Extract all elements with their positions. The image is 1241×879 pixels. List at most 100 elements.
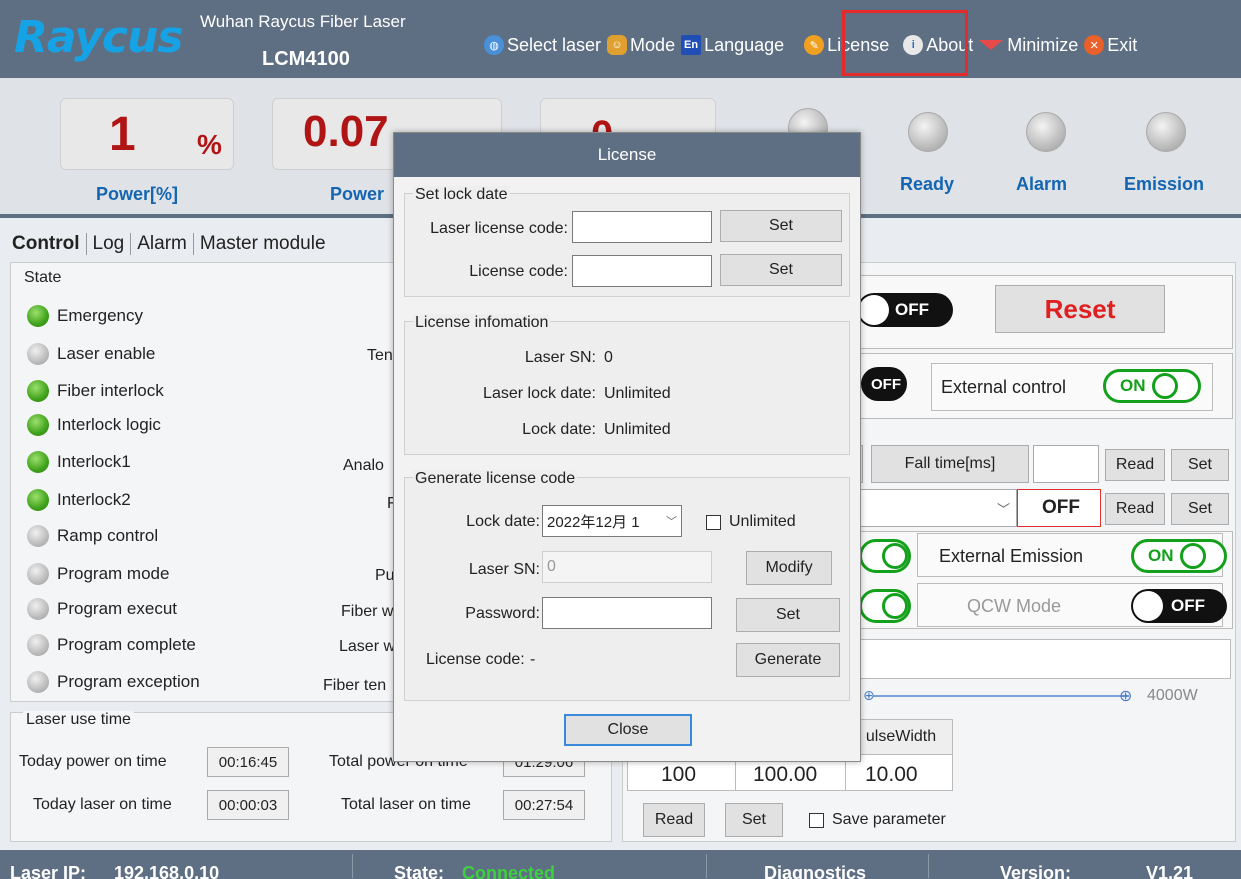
power-percent-unit: % xyxy=(197,129,222,160)
qcw-mode-toggle[interactable]: OFF xyxy=(1131,589,1227,623)
emission-led xyxy=(1146,112,1186,152)
parameter-set-button[interactable]: Set xyxy=(725,803,783,837)
gen-lock-date-label: Lock date: xyxy=(466,513,540,530)
menu-select-laser[interactable]: ◍ Select laser xyxy=(484,35,601,56)
close-button[interactable]: Close xyxy=(564,714,692,746)
tab-control[interactable]: Control xyxy=(10,233,87,255)
tab-bar: Control Log Alarm Master module xyxy=(10,226,332,262)
top-menu: ◍ Select laser ☺ Mode En Language ✎ Lice… xyxy=(484,30,1143,60)
toggle-knob xyxy=(859,295,889,325)
ready-led xyxy=(908,112,948,152)
mode-select[interactable]: ﹀ xyxy=(843,489,1017,527)
status-bar: Laser IP: 192.168.0.10 State: Connected … xyxy=(0,850,1241,879)
diagnostics-link[interactable]: Diagnostics xyxy=(764,863,866,879)
external-emission-toggle[interactable]: ON xyxy=(1131,539,1227,573)
enable-toggle[interactable]: OFF xyxy=(857,293,953,327)
gen-lock-date-value: 2022年12月 1 xyxy=(547,513,640,531)
app-title: Wuhan Raycus Fiber Laser xyxy=(200,12,406,31)
power-percent-value: 1 xyxy=(109,108,136,161)
toggle-label: OFF xyxy=(871,375,901,393)
laser-lock-date-value: Unlimited xyxy=(604,385,671,402)
laser-license-code-label: Laser license code: xyxy=(430,220,568,237)
power-slider-track[interactable] xyxy=(873,695,1129,697)
laser-license-code-set-button[interactable]: Set xyxy=(720,210,842,242)
ready-label: Ready xyxy=(900,174,955,194)
menu-exit[interactable]: ✕ Exit xyxy=(1084,35,1137,56)
state-label: Interlock2 xyxy=(57,490,131,509)
fall-time-button[interactable]: Fall time[ms] xyxy=(871,445,1029,483)
toggle-knob xyxy=(882,543,908,569)
tab-log[interactable]: Log xyxy=(87,233,132,255)
pulse-value-2[interactable]: 100.00 xyxy=(753,763,817,787)
save-parameter-label: Save parameter xyxy=(832,811,946,828)
mode-read-button[interactable]: Read xyxy=(1105,493,1165,525)
gen-license-code-label: License code: xyxy=(426,651,525,668)
led-grey-icon xyxy=(27,634,49,656)
state-value: Connected xyxy=(462,863,556,879)
save-parameter-checkbox[interactable]: Save parameter xyxy=(809,811,946,829)
left-emission-toggle[interactable] xyxy=(859,539,911,573)
menu-mode[interactable]: ☺ Mode xyxy=(607,35,675,56)
version-value: V1.21 xyxy=(1146,863,1194,879)
total-laser-on-label: Total laser on time xyxy=(341,796,471,813)
unlimited-checkbox[interactable]: Unlimited xyxy=(706,513,796,531)
license-info-title: License infomation xyxy=(413,314,551,332)
generate-button[interactable]: Generate xyxy=(736,643,840,677)
menu-language[interactable]: En Language xyxy=(681,35,784,56)
fall-time-set-button[interactable]: Set xyxy=(1171,449,1229,481)
total-laser-on-value: 00:27:54 xyxy=(503,790,585,820)
state-label: Program exception xyxy=(57,672,200,691)
key-icon: ✎ xyxy=(804,35,825,55)
state-label: Interlock1 xyxy=(57,452,131,471)
checkbox-icon[interactable] xyxy=(706,514,721,530)
state-program-exception: Program exception xyxy=(27,671,200,693)
checkbox-icon[interactable] xyxy=(809,812,824,828)
state-label: Program execut xyxy=(57,599,177,618)
slider-thumb-icon[interactable]: ⊕ xyxy=(863,687,875,704)
first-control-toggle[interactable]: OFF xyxy=(861,367,907,401)
slider-plus-icon[interactable]: ⊕ xyxy=(1119,686,1132,706)
unlimited-label: Unlimited xyxy=(729,513,796,530)
toggle-label: ON xyxy=(1120,376,1146,395)
state-ramp-control: Ramp control xyxy=(27,525,158,547)
password-set-button[interactable]: Set xyxy=(736,598,840,632)
left-qcw-toggle[interactable] xyxy=(859,589,911,623)
external-emission-label: External Emission xyxy=(939,546,1084,566)
led-grey-icon xyxy=(27,598,49,620)
reset-button[interactable]: Reset xyxy=(995,285,1165,333)
modify-button[interactable]: Modify xyxy=(746,551,832,585)
license-code-set-button[interactable]: Set xyxy=(720,254,842,286)
middle-label-fiber-w: Fiber w xyxy=(341,603,394,620)
laser-license-code-input[interactable] xyxy=(572,211,712,243)
pulse-value-3[interactable]: 10.00 xyxy=(865,763,918,787)
tab-master-module[interactable]: Master module xyxy=(194,233,332,255)
tab-alarm[interactable]: Alarm xyxy=(131,233,194,255)
generate-license-title: Generate license code xyxy=(413,470,578,488)
parameter-read-button[interactable]: Read xyxy=(643,803,705,837)
state-label: Emergency xyxy=(57,306,143,325)
gen-lock-date-picker[interactable]: 2022年12月 1 ﹀ xyxy=(542,505,682,537)
app-model: LCM4100 xyxy=(262,48,350,70)
power-percent-meter: 1 % xyxy=(60,98,234,170)
external-control-toggle[interactable]: ON xyxy=(1103,369,1201,403)
middle-label-fiber-ten: Fiber ten xyxy=(323,677,387,694)
menu-label: Mode xyxy=(630,34,676,55)
power-input-box[interactable] xyxy=(843,639,1231,679)
led-grey-icon xyxy=(27,343,49,365)
led-green-icon xyxy=(27,414,49,436)
license-dialog: License Set lock date Laser license code… xyxy=(393,132,861,762)
fall-time-input[interactable] xyxy=(1033,445,1099,483)
license-code-input[interactable] xyxy=(572,255,712,287)
license-highlight-frame xyxy=(842,10,968,76)
menu-minimize[interactable]: Minimize xyxy=(979,35,1078,56)
state-fiber-interlock: Fiber interlock xyxy=(27,380,164,402)
toggle-knob xyxy=(1151,373,1178,399)
state-label: Program complete xyxy=(57,635,196,654)
mode-set-button[interactable]: Set xyxy=(1171,493,1229,525)
gen-laser-sn-input: 0 xyxy=(542,551,712,583)
laser-sn-label: Laser SN: xyxy=(524,349,596,366)
fall-time-read-button[interactable]: Read xyxy=(1105,449,1165,481)
chevron-down-icon: ﹀ xyxy=(666,516,677,528)
pulse-value-1[interactable]: 100 xyxy=(661,763,696,787)
password-input[interactable] xyxy=(542,597,712,629)
